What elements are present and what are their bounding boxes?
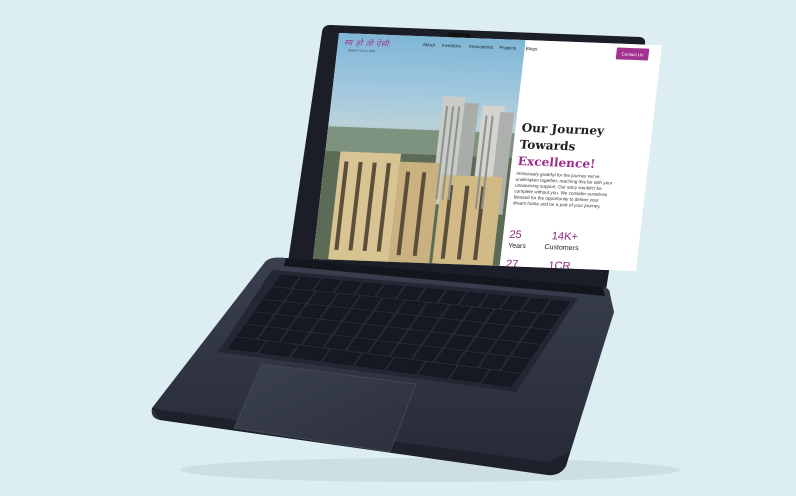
stat-customers-label: Customers xyxy=(543,243,579,253)
brand-tagline: Rajmiti • Since 1985 xyxy=(347,48,376,54)
laptop-mockup-scene: स्व हो तो ऐसी Rajmiti • Since 1985 About… xyxy=(0,0,796,496)
stat-years-label: Years xyxy=(507,242,527,251)
stat-customers-value: 14K+ xyxy=(551,230,579,244)
stat-years-value: 25 xyxy=(508,228,523,242)
hero-body-text: Immensely grateful for the journey we've… xyxy=(512,170,613,210)
nav-link-investors[interactable]: Investors xyxy=(442,43,461,49)
contact-us-button[interactable]: Contact Us xyxy=(615,47,650,61)
hero-building-photo xyxy=(313,33,526,266)
nav-link-projects[interactable]: Projects xyxy=(499,45,516,51)
nav-link-about[interactable]: About xyxy=(423,42,436,47)
laptop-shadow xyxy=(180,458,680,482)
website-screen: स्व हो तो ऐसी Rajmiti • Since 1985 About… xyxy=(313,33,662,272)
nav-link-blogs[interactable]: Blogs xyxy=(525,46,537,51)
hero-title-accent: Excellence! xyxy=(517,154,597,171)
hero-title-line2: Towards xyxy=(518,137,577,154)
buildings-illustration xyxy=(313,96,515,266)
nav-link-innovations[interactable]: Innovations xyxy=(469,44,493,50)
